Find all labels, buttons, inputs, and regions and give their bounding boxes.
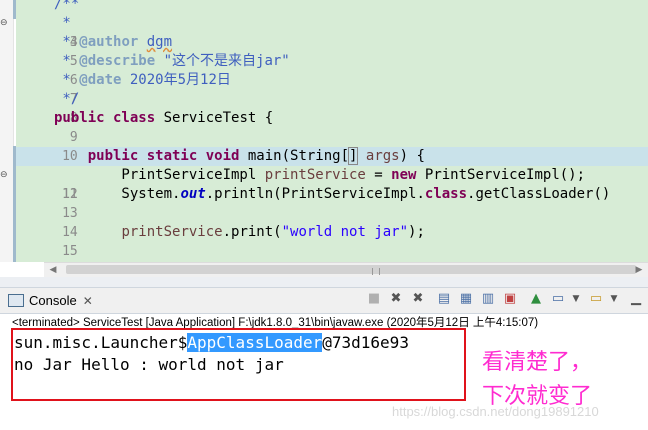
- remove-all-terminated-icon[interactable]: ✖: [410, 291, 426, 307]
- code-line[interactable]: 10: [16, 128, 78, 164]
- scroll-lock-icon[interactable]: ▦: [458, 291, 474, 307]
- chevron-down-icon[interactable]: ▼: [606, 291, 622, 307]
- code-text: System.out.println(PrintServiceImpl.clas…: [54, 186, 611, 202]
- code-line[interactable]: 9 public class ServiceTest {: [16, 109, 273, 145]
- code-line[interactable]: 14: [16, 204, 78, 240]
- code-line[interactable]: 8 */: [16, 90, 80, 126]
- scrollbar-grip-icon: [372, 268, 380, 275]
- minimize-icon[interactable]: ▁: [628, 291, 644, 307]
- code-line[interactable]: 6 * @describe "这个不是来自jar": [16, 52, 289, 88]
- code-line[interactable]: 4 *: [16, 14, 77, 50]
- code-text: /**: [54, 0, 80, 12]
- tab-console[interactable]: Console ✕: [8, 288, 93, 313]
- display-console-icon[interactable]: ▭: [550, 291, 566, 307]
- code-text: PrintServiceImpl printService = new Prin…: [54, 167, 586, 183]
- scroll-right-icon[interactable]: ▶: [632, 263, 646, 277]
- console-icon: [8, 294, 24, 308]
- code-line[interactable]: 13 System.out.println(PrintServiceImpl.c…: [16, 185, 610, 221]
- word-wrap-icon[interactable]: ▥: [480, 291, 496, 307]
- code-text: public class ServiceTest {: [54, 110, 274, 126]
- show-on-output-icon[interactable]: ▣: [502, 291, 518, 307]
- editor-gutter: [0, 0, 14, 262]
- code-text: printService.print("world not jar");: [121, 224, 425, 240]
- horizontal-scrollbar[interactable]: ◀ ▶: [44, 262, 648, 277]
- code-line[interactable]: ⊖ 11 public static void main(String[] ar…: [0, 147, 425, 202]
- close-icon[interactable]: ✕: [83, 294, 93, 308]
- terminate-icon[interactable]: ■: [366, 291, 382, 307]
- tab-console-label: Console: [29, 293, 77, 308]
- annotation-text: 看清楚了，: [482, 350, 593, 375]
- scroll-left-icon[interactable]: ◀: [46, 263, 60, 277]
- code-text: * @date 2020年5月12日: [54, 72, 231, 88]
- pin-console-icon[interactable]: ▲: [528, 291, 544, 307]
- code-text: * @describe "这个不是来自jar": [54, 53, 290, 69]
- remove-launch-icon[interactable]: ✖: [388, 291, 404, 307]
- console-view-header: Console ✕ ■ ✖ ✖ ▤ ▦ ▥ ▣ ▲ ▭ ▼ ▭ ▼ ▁: [0, 287, 648, 314]
- code-text: *: [54, 15, 71, 31]
- scrollbar-thumb[interactable]: [66, 265, 636, 275]
- code-text: public static void main(String[] args) {: [87, 147, 425, 165]
- open-console-icon[interactable]: ▭: [588, 291, 604, 307]
- fold-collapse-icon[interactable]: ⊖: [0, 14, 10, 33]
- fold-collapse-icon[interactable]: ⊖: [0, 166, 10, 185]
- code-line[interactable]: ⊖ 3 /**: [0, 0, 80, 50]
- code-line[interactable]: 7 * @date 2020年5月12日: [16, 71, 230, 107]
- watermark: https://blog.csdn.net/dong19891210: [392, 404, 599, 419]
- code-editor[interactable]: ⊖ 3 /** 4 * 5 * @author dgm 6 * @describ…: [0, 0, 648, 262]
- code-line[interactable]: 15 printService.print("world not jar");: [16, 223, 425, 259]
- code-line[interactable]: 12 PrintServiceImpl printService = new P…: [16, 166, 585, 202]
- code-text: */: [54, 91, 80, 107]
- annotation-red-box: [11, 328, 466, 401]
- code-text: * @author dgm: [54, 34, 173, 50]
- console-toolbar: ■ ✖ ✖ ▤ ▦ ▥ ▣ ▲ ▭ ▼ ▭ ▼ ▁: [366, 291, 648, 309]
- clear-console-icon[interactable]: ▤: [436, 291, 452, 307]
- chevron-down-icon[interactable]: ▼: [568, 291, 584, 307]
- code-line[interactable]: 16: [16, 242, 78, 261]
- panel-divider[interactable]: [0, 277, 648, 287]
- code-line[interactable]: 5 * @author dgm: [16, 33, 172, 69]
